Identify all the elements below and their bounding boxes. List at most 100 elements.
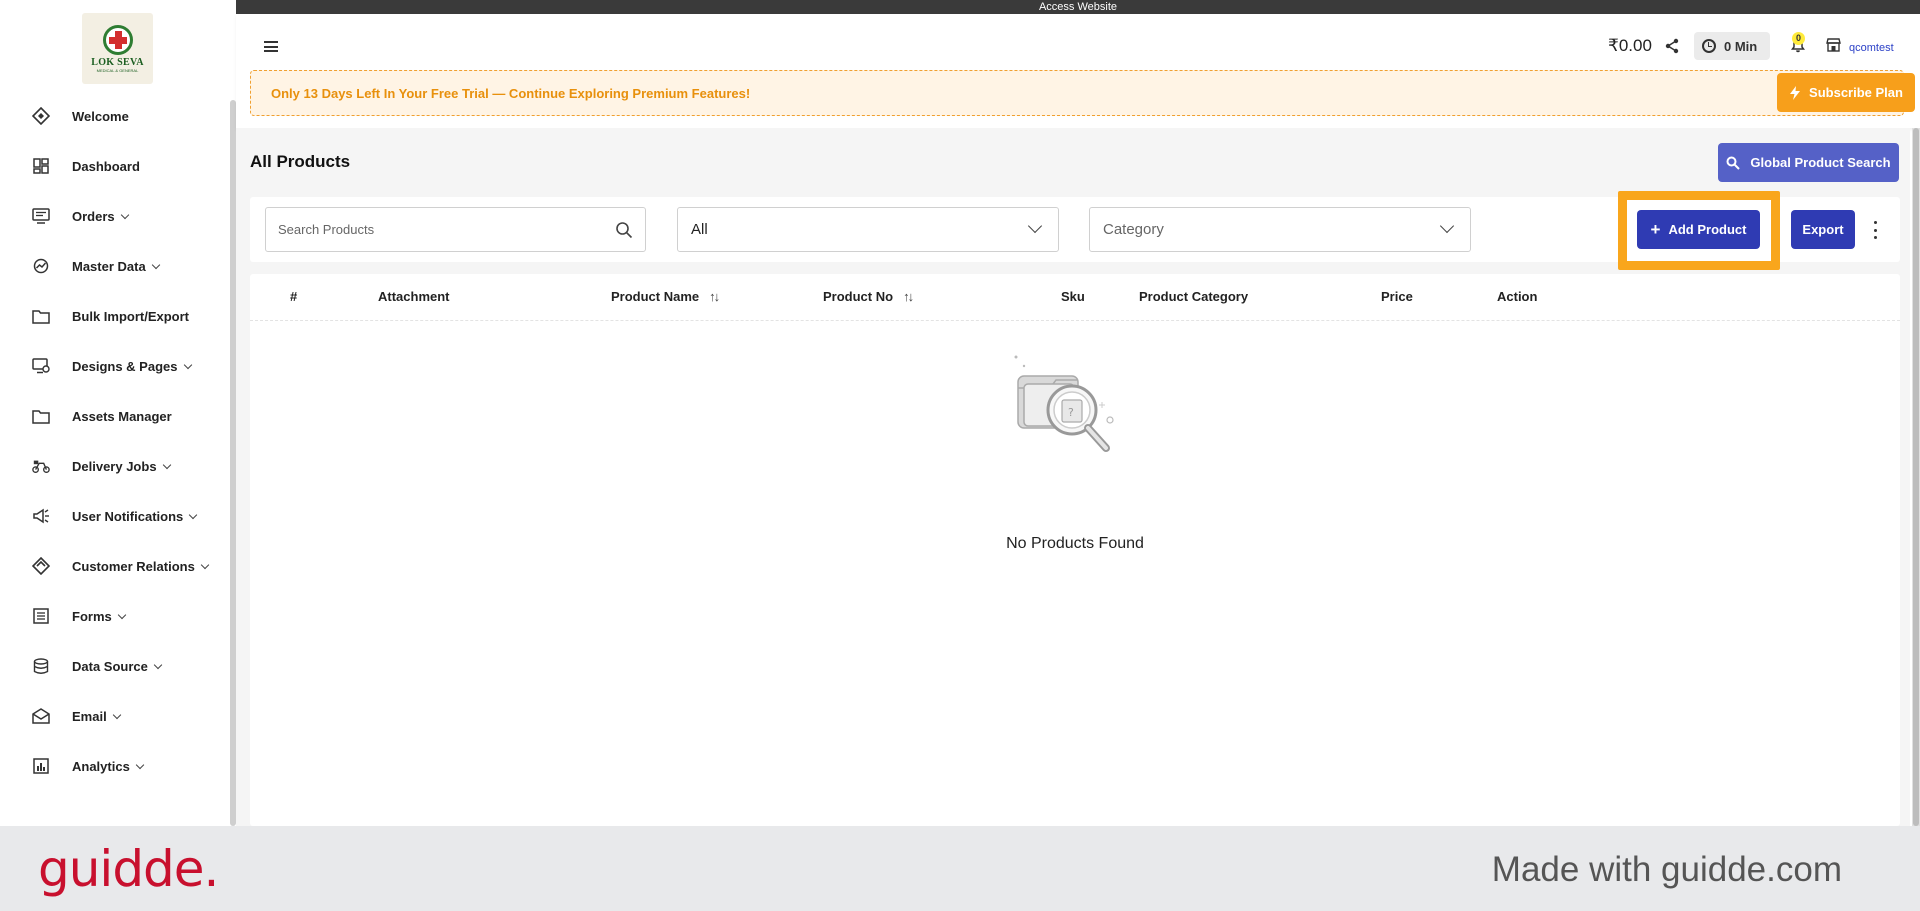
access-website-link[interactable]: Access Website [236, 0, 1920, 14]
column-header-price: Price [1381, 289, 1413, 304]
sidebar-item-label: Customer Relations [72, 558, 210, 574]
database-icon [32, 657, 50, 675]
wallet-balance: ₹0.00 [1608, 36, 1652, 55]
main-content: All Products Global Product Search All C… [236, 128, 1910, 826]
email-icon [32, 707, 50, 725]
sidebar-item-bulk-import-export[interactable]: Bulk Import/Export [0, 301, 230, 331]
header: ₹0.00 0 Min 0 qcomtest Only 13 Days Left… [236, 14, 1920, 128]
sidebar-item-text: Email [72, 708, 107, 724]
guidde-logo: guidde. [38, 840, 219, 898]
sidebar-item-orders[interactable]: Orders [0, 201, 230, 231]
sidebar-item-analytics[interactable]: Analytics [0, 751, 230, 781]
sidebar-item-customer-relations[interactable]: Customer Relations [0, 551, 230, 581]
timer-value: 0 Min [1724, 38, 1758, 54]
empty-state-message: No Products Found [1006, 535, 1144, 552]
notification-badge: 0 [1792, 32, 1805, 45]
chevron-down-icon [151, 260, 160, 269]
dashboard-icon [32, 157, 50, 175]
time-counter[interactable]: 0 Min [1694, 32, 1770, 60]
designs-icon [32, 357, 50, 375]
export-button[interactable]: Export [1791, 210, 1855, 249]
sidebar-item-data-source[interactable]: Data Source [0, 651, 230, 681]
more-options-icon[interactable] [1872, 221, 1878, 239]
sidebar-item-text: Designs & Pages [72, 358, 178, 374]
add-product-button[interactable]: + Add Product [1637, 210, 1760, 249]
sidebar-item-dashboard[interactable]: Dashboard [0, 151, 230, 181]
sidebar-item-label: Forms [72, 608, 126, 624]
chevron-down-icon [189, 510, 198, 519]
sidebar-item-label: Dashboard [72, 159, 140, 174]
guidde-footer: guidde. Made with guidde.com [0, 826, 1920, 911]
search-products-field[interactable] [265, 207, 646, 252]
chevron-down-icon [153, 660, 163, 669]
sort-icon[interactable]: ↑↓ [709, 289, 720, 304]
share-icon[interactable] [1664, 38, 1680, 59]
sidebar-item-welcome[interactable]: Welcome [0, 101, 230, 131]
store-switcher[interactable]: qcomtest [1826, 38, 1894, 57]
sidebar-item-text: Master Data [72, 258, 146, 274]
column-header-label: Price [1381, 289, 1413, 304]
sidebar-item-label: Bulk Import/Export [72, 309, 189, 324]
folder-icon [32, 307, 50, 325]
brand-logo[interactable]: LOK SEVA MEDICAL & GENERAL [82, 13, 153, 84]
sidebar-item-text: Forms [72, 608, 112, 624]
column-header-attachment: Attachment [378, 289, 450, 304]
sidebar-item-delivery-jobs[interactable]: Delivery Jobs [0, 451, 230, 481]
sidebar-item-label: User Notifications [72, 508, 198, 524]
sidebar-item-text: Welcome [72, 108, 129, 124]
sidebar-item-text: Data Source [72, 658, 148, 674]
made-with-guidde: Made with guidde.com [1491, 850, 1842, 889]
global-product-search-button[interactable]: Global Product Search [1718, 143, 1899, 182]
sidebar-item-label: Assets Manager [72, 409, 172, 424]
sidebar-item-designs-pages[interactable]: Designs & Pages [0, 351, 230, 381]
main-scrollbar-thumb[interactable] [1913, 128, 1919, 826]
category-select[interactable]: Category [1089, 207, 1471, 252]
sidebar-item-label: Analytics [72, 759, 145, 774]
trial-message: Only 13 Days Left In Your Free Trial — C… [271, 86, 751, 101]
column-header-sku: Sku [1061, 289, 1085, 304]
sidebar-item-assets-manager[interactable]: Assets Manager [0, 401, 230, 431]
sidebar-item-text: Orders [72, 208, 115, 224]
sidebar-item-user-notifications[interactable]: User Notifications [0, 501, 230, 531]
sidebar-item-label: Master Data [72, 258, 160, 274]
handshake-icon [32, 557, 50, 575]
subscribe-plan-button[interactable]: Subscribe Plan [1777, 73, 1915, 112]
sidebar-item-forms[interactable]: Forms [0, 601, 230, 631]
sidebar-item-text: Bulk Import/Export [72, 308, 190, 324]
master-data-icon [32, 257, 50, 275]
main-scrollbar[interactable] [1912, 128, 1920, 826]
column-header-label: Action [1497, 289, 1538, 304]
sort-icon[interactable]: ↑↓ [903, 289, 914, 304]
svg-text:?: ? [1068, 406, 1074, 419]
subscribe-plan-label: Subscribe Plan [1809, 85, 1903, 100]
column-header-action: Action [1497, 289, 1537, 304]
no-results-illustration: ? [1010, 354, 1140, 489]
menu-icon[interactable] [264, 41, 278, 52]
search-products-input[interactable] [266, 208, 596, 251]
filter-bar: All Category + Add Product Export [250, 191, 1900, 270]
sidebar-item-text: Delivery Jobs [72, 458, 157, 474]
plus-icon: + [1650, 220, 1661, 239]
chevron-down-icon [135, 760, 145, 769]
column-header-index: # [290, 289, 297, 304]
sidebar-item-text: User Notifications [72, 508, 184, 524]
sidebar-item-email[interactable]: Email [0, 701, 230, 731]
chevron-down-icon [112, 710, 121, 719]
column-header-label: Attachment [378, 289, 450, 304]
search-icon[interactable] [615, 221, 633, 244]
sidebar-item-text: Customer Relations [72, 558, 195, 574]
sidebar-item-master-data[interactable]: Master Data [0, 251, 230, 281]
table-header: # Attachment Product Name ↑↓ Product No ↑↓ Sku… [250, 274, 1900, 321]
megaphone-icon [32, 507, 50, 525]
column-header-label: # [290, 289, 298, 304]
delivery-icon [32, 457, 50, 475]
search-icon [1726, 156, 1741, 170]
medical-cross-icon [102, 24, 133, 55]
column-header-product-no[interactable]: Product No ↑↓ [823, 289, 914, 304]
sidebar: LOK SEVA MEDICAL & GENERAL Welcome Dashbo… [0, 0, 236, 826]
sidebar-item-label: Data Source [72, 658, 163, 674]
clock-icon [1702, 39, 1716, 53]
chevron-down-icon [162, 460, 171, 469]
status-select[interactable]: All [677, 207, 1059, 252]
column-header-product-name[interactable]: Product Name ↑↓ [611, 289, 720, 304]
